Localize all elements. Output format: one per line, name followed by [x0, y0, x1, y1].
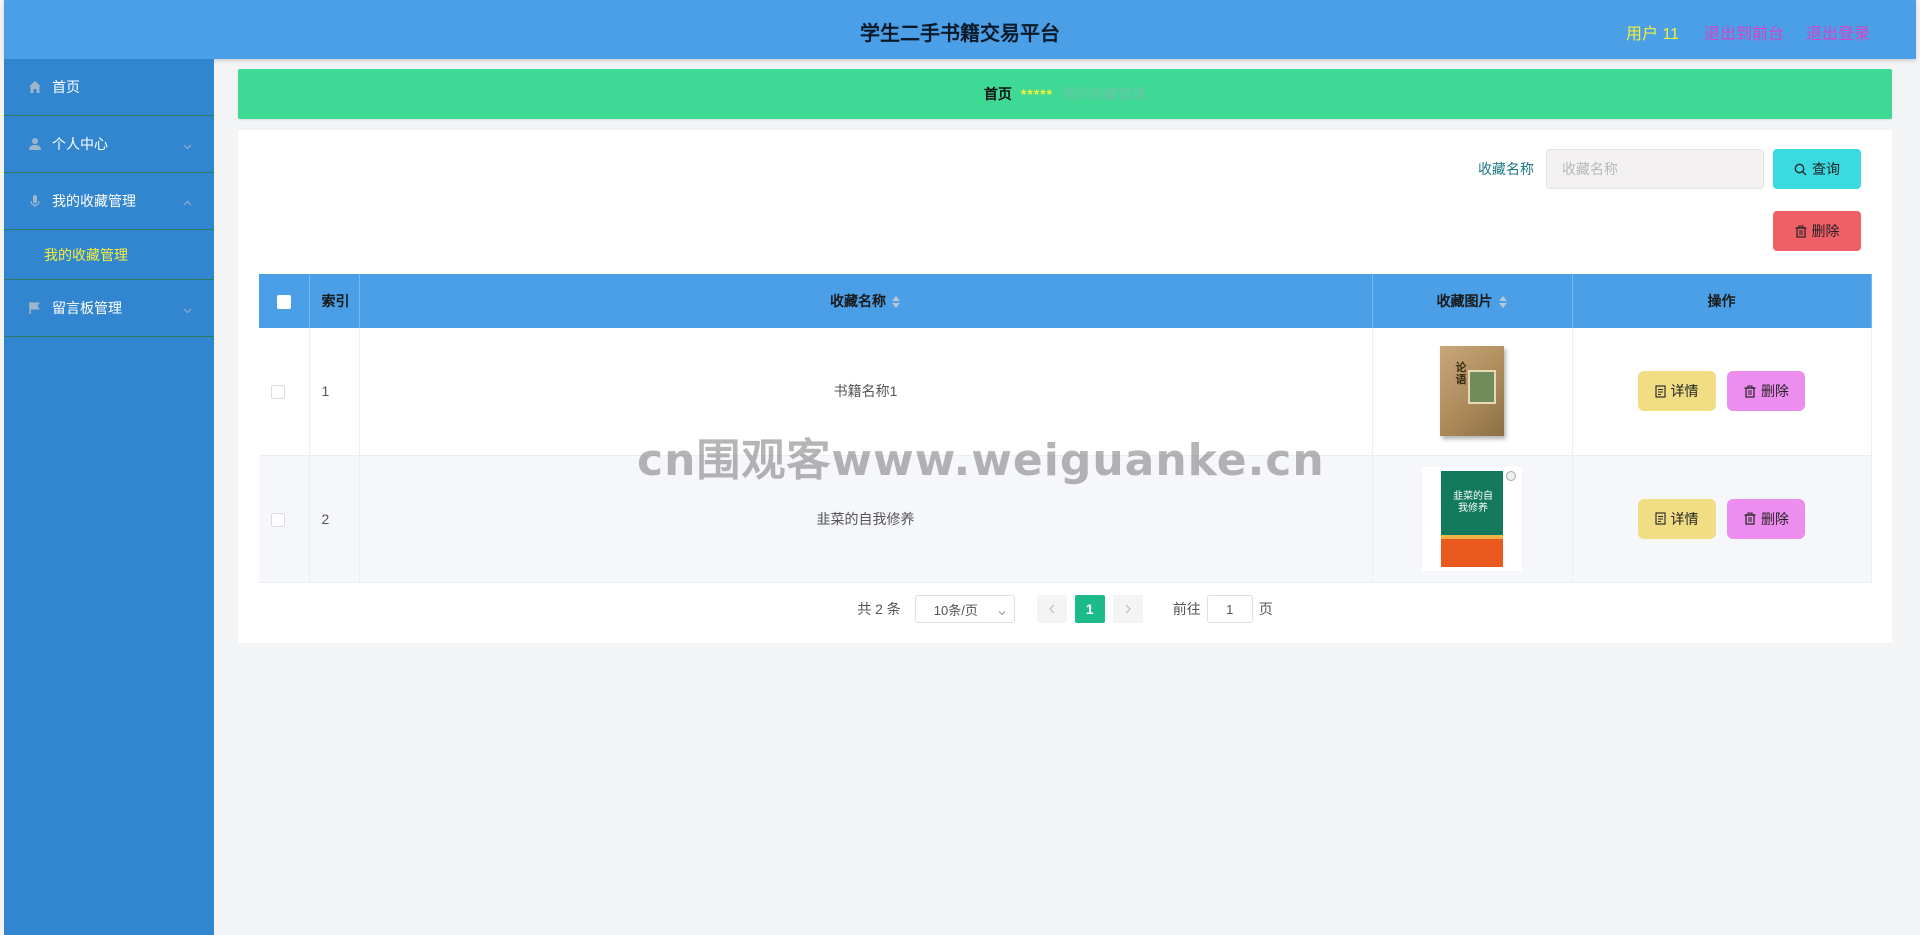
column-header-name[interactable]: 收藏名称: [359, 274, 1373, 328]
select-all-checkbox[interactable]: [277, 295, 291, 310]
microphone-icon: [28, 194, 42, 208]
sort-icon[interactable]: [892, 296, 901, 309]
row-checkbox[interactable]: [271, 385, 285, 400]
row-name: 书籍名称1: [359, 328, 1373, 455]
breadcrumb-separator: *****: [1020, 86, 1054, 102]
column-header-label: 收藏图片: [1436, 293, 1493, 309]
row-checkbox[interactable]: [271, 512, 285, 527]
main-panel: 收藏名称 查询 删除 索引 收藏名称 收藏图片 操作: [238, 130, 1892, 643]
row-select-cell: [259, 455, 310, 582]
sidebar-item-label: 留言板管理: [52, 300, 122, 316]
goto-suffix: 页: [1258, 601, 1273, 617]
delete-button-label: 删除: [1760, 383, 1789, 400]
detail-button[interactable]: 详情: [1637, 498, 1716, 539]
detail-button-label: 详情: [1670, 383, 1699, 400]
row-index: 1: [309, 328, 360, 455]
row-index: 2: [309, 455, 360, 582]
batch-delete-label: 删除: [1811, 223, 1840, 239]
pagination: 共 2 条 10条/页 1 前往 页: [238, 595, 1892, 623]
detail-button-label: 详情: [1670, 510, 1699, 527]
row-image-cell: 韭菜的自我修养: [1372, 455, 1573, 582]
row-select-cell: [259, 328, 310, 455]
delete-button[interactable]: 删除: [1727, 371, 1806, 412]
row-image-cell: 论语: [1372, 328, 1573, 455]
top-header: 学生二手书籍交易平台 用户 11 退出到前台 退出登录: [4, 0, 1916, 59]
goto-prefix: 前往: [1172, 601, 1201, 617]
next-page-button[interactable]: [1112, 595, 1143, 623]
select-all-cell: [259, 274, 310, 328]
document-icon: [1654, 385, 1666, 398]
sort-icon[interactable]: [1498, 296, 1508, 309]
book-cover-art: [1468, 370, 1496, 405]
current-user: 用户 11: [1626, 26, 1680, 43]
goto-page-input[interactable]: [1206, 595, 1253, 623]
query-button-label: 查询: [1812, 161, 1840, 177]
breadcrumb-home[interactable]: 首页: [984, 84, 1012, 104]
favorites-table: 索引 收藏名称 收藏图片 操作 1 书籍名称1 论语 详情 删除 2 韭菜的自我…: [259, 274, 1872, 583]
sidebar: 首页 个人中心 我的收藏管理 我的收藏管理 留言板管理: [4, 59, 214, 935]
trash-icon: [1744, 512, 1756, 525]
row-actions-cell: 详情 删除: [1572, 328, 1872, 455]
book-cover-image[interactable]: 韭菜的自我修养: [1422, 466, 1522, 571]
book-cover-title: 论语: [1455, 362, 1467, 387]
exit-to-front-link[interactable]: 退出到前台: [1704, 20, 1784, 44]
table-row: 1 书籍名称1 论语 详情 删除: [259, 328, 1872, 455]
sidebar-item-message-board[interactable]: 留言板管理: [4, 280, 214, 337]
trash-icon: [1744, 385, 1756, 398]
chevron-left-icon: [1048, 604, 1055, 614]
chevron-right-icon: [1125, 604, 1131, 614]
breadcrumb: 首页 ***** 我的收藏管理: [238, 69, 1892, 119]
query-button[interactable]: 查询: [1773, 149, 1861, 189]
page-size-select[interactable]: 10条/页: [914, 595, 1015, 623]
detail-button[interactable]: 详情: [1637, 371, 1716, 412]
user-icon: [28, 137, 42, 151]
chevron-down-icon: [183, 302, 192, 314]
column-header-actions: 操作: [1572, 274, 1872, 328]
sidebar-item-label: 首页: [52, 79, 80, 95]
row-actions-cell: 详情 删除: [1572, 455, 1872, 582]
table-row: 2 韭菜的自我修养 韭菜的自我修养 详情 删除: [259, 455, 1872, 582]
sidebar-item-favorites[interactable]: 我的收藏管理: [4, 173, 214, 230]
page-number-current[interactable]: 1: [1074, 595, 1105, 623]
prev-page-button[interactable]: [1036, 595, 1067, 623]
chevron-up-icon: [183, 195, 192, 206]
batch-delete-button[interactable]: 删除: [1773, 211, 1861, 251]
search-label: 收藏名称: [1478, 161, 1534, 177]
badge-icon: [1506, 470, 1516, 481]
book-cover-title: 韭菜的自我修养: [1453, 490, 1493, 514]
chevron-down-icon: [998, 605, 1006, 616]
book-cover: 韭菜的自我修养: [1441, 470, 1503, 567]
breadcrumb-current: 我的收藏管理: [1062, 86, 1147, 102]
row-name: 韭菜的自我修养: [359, 455, 1373, 582]
sidebar-item-label: 个人中心: [52, 136, 108, 152]
search-input[interactable]: [1546, 149, 1764, 189]
book-cover-band: [1441, 538, 1503, 567]
logout-link[interactable]: 退出登录: [1806, 20, 1870, 44]
delete-button[interactable]: 删除: [1727, 498, 1806, 539]
sidebar-item-label: 我的收藏管理: [52, 193, 136, 209]
sidebar-subitem-favorites[interactable]: 我的收藏管理: [4, 230, 214, 280]
pagination-total: 共 2 条: [857, 601, 901, 617]
page-size-value: 10条/页: [933, 602, 978, 618]
sidebar-item-home[interactable]: 首页: [4, 59, 214, 116]
trash-icon: [1795, 225, 1807, 238]
home-icon: [28, 80, 42, 94]
column-header-image[interactable]: 收藏图片: [1372, 274, 1573, 328]
table-header-row: 索引 收藏名称 收藏图片 操作: [259, 274, 1872, 328]
sidebar-item-personal-center[interactable]: 个人中心: [4, 116, 214, 173]
flag-icon: [28, 301, 42, 315]
search-icon: [1794, 163, 1807, 176]
column-header-index: 索引: [309, 274, 360, 328]
column-header-label: 收藏名称: [830, 293, 886, 309]
chevron-down-icon: [183, 138, 192, 150]
document-icon: [1654, 512, 1666, 525]
book-cover-image[interactable]: 论语: [1440, 346, 1504, 437]
delete-button-label: 删除: [1760, 510, 1789, 527]
